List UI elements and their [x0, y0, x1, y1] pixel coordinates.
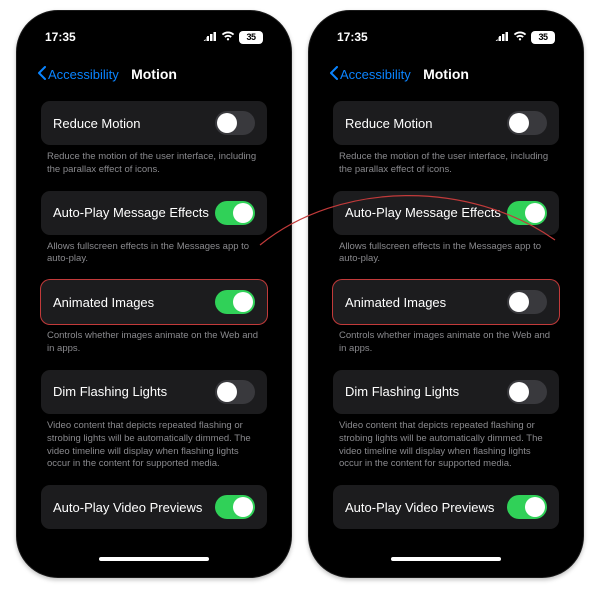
row-auto-play-video-previews[interactable]: Auto-Play Video Previews [333, 485, 559, 529]
nav-bar: Accessibility Motion [27, 59, 281, 89]
home-indicator [99, 557, 209, 561]
notch [99, 21, 209, 45]
phone-frame-left: 17:35 35 Accessibility Motion [16, 10, 292, 578]
row-label: Auto-Play Message Effects [345, 205, 501, 220]
notch [391, 21, 501, 45]
back-label: Accessibility [340, 67, 411, 82]
row-footer: Allows fullscreen effects in the Message… [333, 235, 559, 281]
row-footer: Reduce the motion of the user interface,… [41, 145, 267, 191]
row-auto-play-message-effects[interactable]: Auto-Play Message Effects [41, 191, 267, 235]
row-label: Dim Flashing Lights [53, 384, 167, 399]
back-label: Accessibility [48, 67, 119, 82]
page-title: Motion [423, 66, 469, 82]
toggle-animated-images[interactable] [507, 290, 547, 314]
toggle-auto-play-video-previews[interactable] [215, 495, 255, 519]
row-animated-images[interactable]: Animated Images [41, 280, 267, 324]
row-label: Dim Flashing Lights [345, 384, 459, 399]
row-footer: Video content that depicts repeated flas… [333, 414, 559, 485]
status-time: 17:35 [337, 30, 368, 44]
toggle-reduce-motion[interactable] [215, 111, 255, 135]
back-button[interactable]: Accessibility [329, 66, 411, 83]
toggle-dim-flashing-lights[interactable] [507, 380, 547, 404]
row-reduce-motion[interactable]: Reduce Motion [333, 101, 559, 145]
screen: 17:35 35 Accessibility Motion [319, 21, 573, 567]
settings-list: Reduce Motion Reduce the motion of the u… [27, 93, 281, 567]
row-label: Auto-Play Message Effects [53, 205, 209, 220]
toggle-auto-play-message-effects[interactable] [215, 201, 255, 225]
battery-badge: 35 [531, 31, 555, 44]
row-auto-play-video-previews[interactable]: Auto-Play Video Previews [41, 485, 267, 529]
row-label: Reduce Motion [345, 116, 432, 131]
wifi-icon [513, 30, 527, 44]
settings-list: Reduce Motion Reduce the motion of the u… [319, 93, 573, 567]
row-dim-flashing-lights[interactable]: Dim Flashing Lights [333, 370, 559, 414]
row-footer: Reduce the motion of the user interface,… [333, 145, 559, 191]
row-auto-play-message-effects[interactable]: Auto-Play Message Effects [333, 191, 559, 235]
home-indicator [391, 557, 501, 561]
toggle-auto-play-video-previews[interactable] [507, 495, 547, 519]
toggle-reduce-motion[interactable] [507, 111, 547, 135]
wifi-icon [221, 30, 235, 44]
battery-badge: 35 [239, 31, 263, 44]
row-label: Auto-Play Video Previews [345, 500, 494, 515]
toggle-animated-images[interactable] [215, 290, 255, 314]
back-button[interactable]: Accessibility [37, 66, 119, 83]
row-dim-flashing-lights[interactable]: Dim Flashing Lights [41, 370, 267, 414]
row-label: Reduce Motion [53, 116, 140, 131]
row-label: Animated Images [53, 295, 154, 310]
screen: 17:35 35 Accessibility Motion [27, 21, 281, 567]
toggle-auto-play-message-effects[interactable] [507, 201, 547, 225]
row-footer: Video content that depicts repeated flas… [41, 414, 267, 485]
nav-bar: Accessibility Motion [319, 59, 573, 89]
row-footer: Controls whether images animate on the W… [333, 324, 559, 370]
row-animated-images[interactable]: Animated Images [333, 280, 559, 324]
toggle-dim-flashing-lights[interactable] [215, 380, 255, 404]
phone-frame-right: 17:35 35 Accessibility Motion [308, 10, 584, 578]
row-reduce-motion[interactable]: Reduce Motion [41, 101, 267, 145]
chevron-left-icon [37, 66, 46, 83]
row-label: Auto-Play Video Previews [53, 500, 202, 515]
row-label: Animated Images [345, 295, 446, 310]
row-footer: Controls whether images animate on the W… [41, 324, 267, 370]
chevron-left-icon [329, 66, 338, 83]
status-time: 17:35 [45, 30, 76, 44]
page-title: Motion [131, 66, 177, 82]
row-footer: Allows fullscreen effects in the Message… [41, 235, 267, 281]
